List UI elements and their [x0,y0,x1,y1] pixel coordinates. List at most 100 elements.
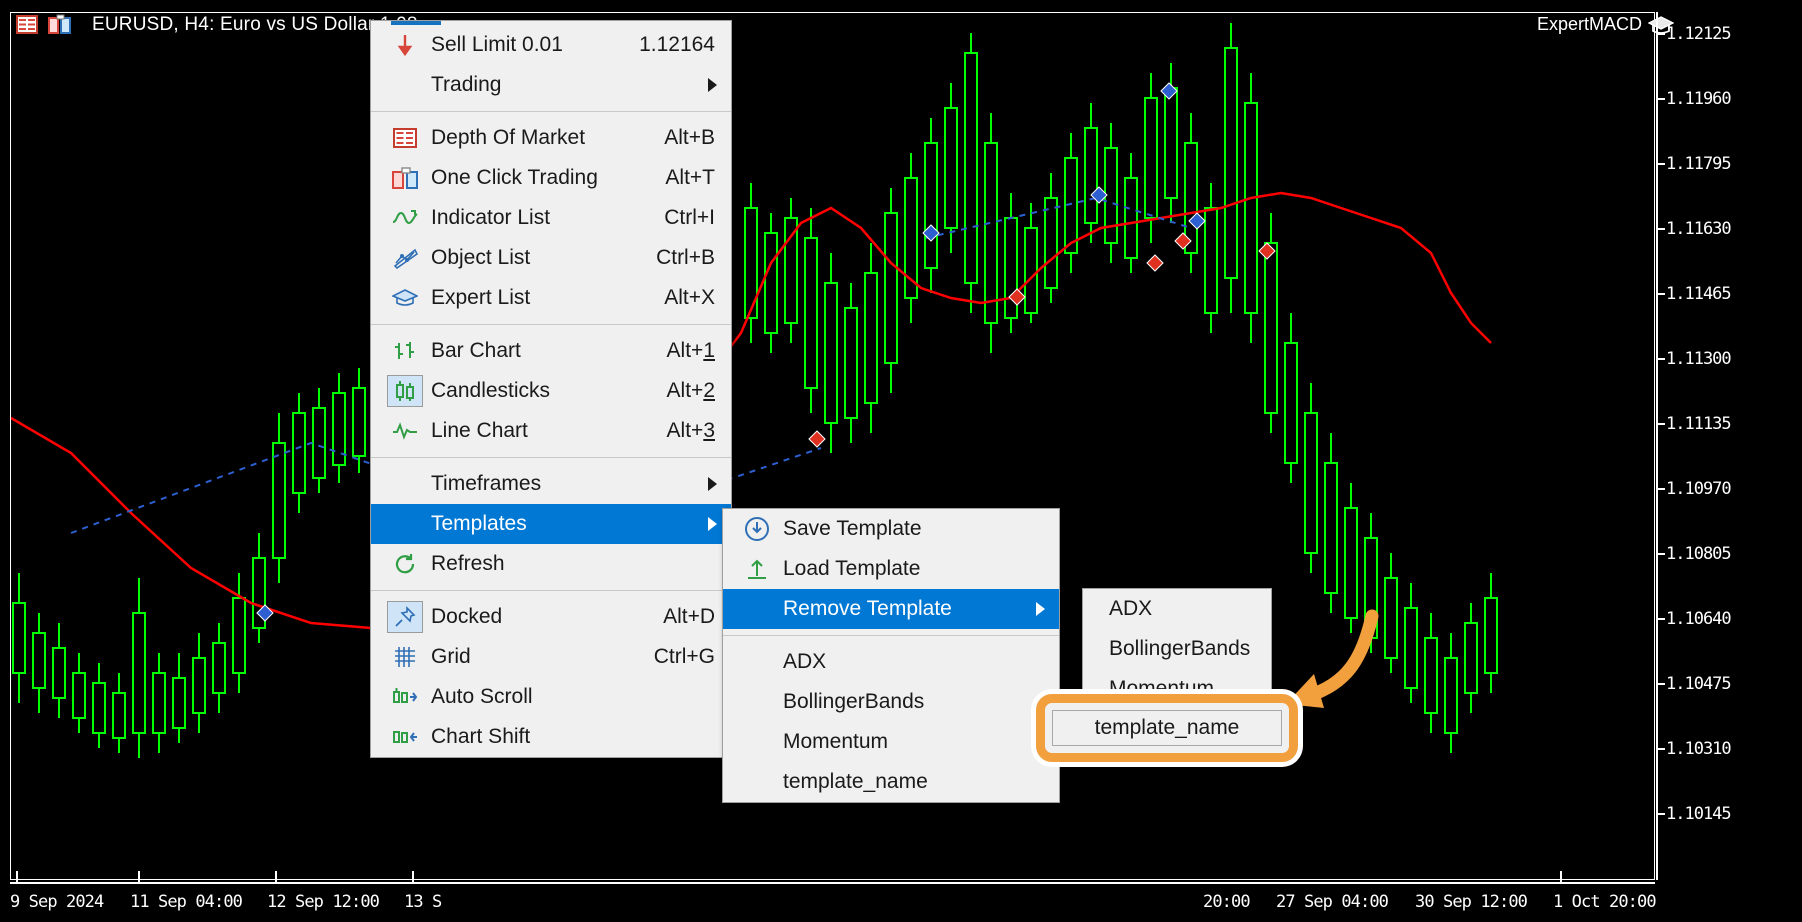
blank-icon [739,593,775,625]
one-click-trading-icon [387,162,423,194]
menu-item-shortcut: Alt+T [665,166,715,189]
remove-item-bollingerbands[interactable]: BollingerBands [1083,629,1271,669]
depth-of-market-icon [387,122,423,154]
price-axis: 1.12125 1.11960 1.11795 1.11630 1.11465 … [1656,12,1802,880]
menu-item-sell-limit[interactable]: Sell Limit 0.01 1.12164 [371,25,731,65]
menu-item-label: BollingerBands [1109,637,1251,660]
time-tick-label: 1 Oct 20:00 [1553,892,1657,912]
blank-icon [387,468,423,500]
time-tick-label: 20:00 [1203,892,1251,912]
auto-scroll-icon [387,681,423,713]
menu-item-chart-shift[interactable]: Chart Shift [371,717,731,757]
menu-item-label: Refresh [431,552,505,575]
menu-item-label: Docked [431,605,503,628]
menu-item-shortcut: Ctrl+B [656,246,715,269]
refresh-icon [387,548,423,580]
menu-item-label: Sell Limit 0.01 [431,33,563,56]
bar-chart-icon [387,335,423,367]
menu-separator [371,324,731,325]
menu-item-label: Templates [431,512,527,535]
menu-item-shortcut: Alt+3 [666,419,715,442]
chevron-right-icon [708,477,717,491]
price-tick: 1.10310 [1666,739,1732,759]
menu-item-label: template_name [783,770,928,793]
menu-item-template-template-name[interactable]: template_name [723,762,1059,802]
menu-item-trading[interactable]: Trading [371,65,731,105]
menu-item-shortcut: Alt+X [664,286,715,309]
menu-item-indicator-list[interactable]: Indicator List Ctrl+I [371,198,731,238]
price-tick: 1.11960 [1666,89,1732,109]
menu-item-shortcut: 1.12164 [639,33,715,56]
sell-arrow-down-icon [387,29,423,61]
menu-item-label: Load Template [783,557,921,580]
price-tick: 1.10805 [1666,544,1732,564]
time-axis: 9 Sep 2024 11 Sep 04:00 12 Sep 12:00 13 … [10,871,1657,920]
menu-item-label: ADX [783,650,827,673]
menu-item-bar-chart[interactable]: Bar Chart Alt+1 [371,331,731,371]
menu-item-object-list[interactable]: Object List Ctrl+B [371,238,731,278]
menu-item-label: Save Template [783,517,922,540]
menu-item-one-click-trading[interactable]: One Click Trading Alt+T [371,158,731,198]
blank-icon [739,686,775,718]
line-chart-icon [387,415,423,447]
templates-submenu[interactable]: Save Template Load Template Remove Templ… [722,508,1060,803]
menu-item-label: Auto Scroll [431,685,533,708]
price-tick: 1.11465 [1666,284,1732,304]
menu-item-label: Candlesticks [431,379,551,402]
menu-item-label: BollingerBands [783,690,925,713]
menu-item-label: Indicator List [431,206,551,229]
menu-item-save-template[interactable]: Save Template [723,509,1059,549]
menu-item-grid[interactable]: Grid Ctrl+G [371,637,731,677]
menu-item-depth-of-market[interactable]: Depth Of Market Alt+B [371,118,731,158]
menu-separator [371,590,731,591]
price-tick: 1.12125 [1666,24,1732,44]
menu-item-label: Grid [431,645,471,668]
time-tick-label: 13 S [404,892,442,912]
menu-item-label: Depth Of Market [431,126,586,149]
menu-item-template-bollingerbands[interactable]: BollingerBands [723,682,1059,722]
candlestick-icon [387,375,423,407]
menu-item-docked[interactable]: Docked Alt+D [371,597,731,637]
menu-item-shortcut: Alt+D [663,605,715,628]
menu-item-candlesticks[interactable]: Candlesticks Alt+2 [371,371,731,411]
price-tick: 1.11135 [1666,414,1732,434]
time-tick-label: 12 Sep 12:00 [267,892,380,912]
menu-item-templates[interactable]: Templates [371,504,731,544]
price-tick: 1.10640 [1666,609,1732,629]
menu-item-refresh[interactable]: Refresh [371,544,731,584]
menu-item-auto-scroll[interactable]: Auto Scroll [371,677,731,717]
menu-item-template-adx[interactable]: ADX [723,642,1059,682]
menu-item-line-chart[interactable]: Line Chart Alt+3 [371,411,731,451]
menu-item-load-template[interactable]: Load Template [723,549,1059,589]
menu-item-label: Expert List [431,286,531,309]
price-tick: 1.10145 [1666,804,1732,824]
indicator-list-icon [387,202,423,234]
pin-icon [387,601,423,633]
time-tick-label: 27 Sep 04:00 [1276,892,1389,912]
price-tick: 1.11795 [1666,154,1732,174]
object-list-icon [387,242,423,274]
menu-item-expert-list[interactable]: Expert List Alt+X [371,278,731,318]
chevron-right-icon [708,78,717,92]
menu-item-label: Remove Template [783,597,952,620]
callout-label: template_name [1094,716,1240,739]
remove-item-adx[interactable]: ADX [1083,589,1271,629]
expert-list-icon [387,282,423,314]
time-tick-label: 11 Sep 04:00 [130,892,243,912]
blank-icon [739,726,775,758]
chevron-right-icon [1036,602,1045,616]
load-template-icon [739,553,775,585]
menu-item-template-momentum[interactable]: Momentum [723,722,1059,762]
menu-item-remove-template[interactable]: Remove Template [723,589,1059,629]
grid-icon [387,641,423,673]
chart-context-menu[interactable]: Sell Limit 0.01 1.12164 Trading Depth Of… [370,20,732,758]
menu-item-label: Line Chart [431,419,528,442]
callout-template-name-item[interactable]: template_name [1052,710,1282,746]
menu-item-shortcut: Ctrl+G [653,645,715,668]
save-template-icon [739,513,775,545]
menu-item-timeframes[interactable]: Timeframes [371,464,731,504]
menu-item-label: ADX [1109,597,1153,620]
menu-item-shortcut: Alt+B [664,126,715,149]
time-tick-label: 30 Sep 12:00 [1415,892,1528,912]
menu-separator [371,111,731,112]
